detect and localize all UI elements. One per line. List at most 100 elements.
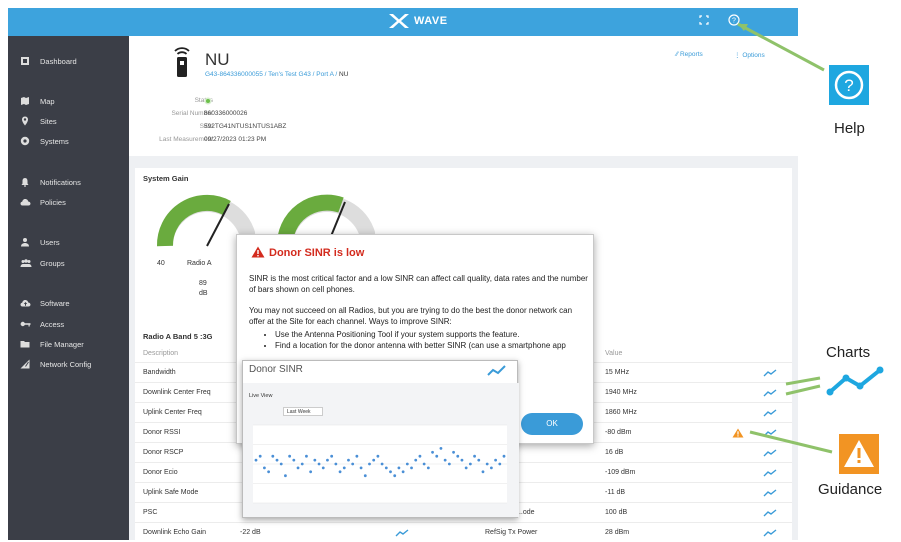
options-link[interactable]: ⋮ Options xyxy=(734,51,765,59)
scatter-point[interactable] xyxy=(267,470,271,474)
trend-chart-icon[interactable] xyxy=(763,529,777,537)
trend-chart-icon[interactable] xyxy=(763,369,777,377)
scatter-point[interactable] xyxy=(473,454,476,458)
fullscreen-icon[interactable] xyxy=(696,14,712,30)
scatter-point[interactable] xyxy=(309,470,313,474)
scatter-point[interactable] xyxy=(292,458,296,462)
reports-link[interactable]: ⁄⁄ Reports xyxy=(676,51,703,58)
scatter-point[interactable] xyxy=(397,466,401,470)
scatter-point[interactable] xyxy=(489,466,493,470)
donor-sinr-chart-popup: Donor SINR Live View Last Week xyxy=(242,360,519,518)
scatter-point[interactable] xyxy=(279,462,283,466)
scatter-point[interactable] xyxy=(359,466,363,470)
sidebar-item-map[interactable]: Map xyxy=(8,92,129,110)
scatter-point[interactable] xyxy=(338,470,342,474)
trend-chart-icon[interactable] xyxy=(763,509,777,517)
scatter-point[interactable] xyxy=(464,466,468,470)
trend-chart-icon[interactable] xyxy=(763,449,777,457)
scatter-point[interactable] xyxy=(305,454,308,458)
scatter-point[interactable] xyxy=(389,470,392,474)
scatter-point[interactable] xyxy=(363,474,367,478)
top-bar: WAVE ? xyxy=(8,8,798,36)
guidance-warning-icon[interactable] xyxy=(732,428,744,440)
scatter-point[interactable] xyxy=(431,450,434,454)
scatter-point[interactable] xyxy=(296,466,300,470)
scatter-point[interactable] xyxy=(494,458,497,462)
scatter-point[interactable] xyxy=(313,458,317,462)
trend-chart-icon[interactable] xyxy=(763,389,777,397)
scatter-point[interactable] xyxy=(435,454,439,458)
scatter-point[interactable] xyxy=(300,462,304,466)
sidebar-item-notifications[interactable]: Notifications xyxy=(8,173,129,191)
scatter-point[interactable] xyxy=(443,458,447,462)
scatter-point[interactable] xyxy=(372,458,376,462)
scatter-point[interactable] xyxy=(414,458,418,462)
gauge-min-label: 40 xyxy=(157,260,165,267)
scatter-point[interactable] xyxy=(477,458,481,462)
scatter-point[interactable] xyxy=(426,466,430,470)
help-icon[interactable]: ? xyxy=(726,14,742,30)
sidebar-item-users[interactable]: Users xyxy=(8,233,129,251)
scatter-point[interactable] xyxy=(405,462,409,466)
scatter-point[interactable] xyxy=(502,454,506,458)
scatter-point[interactable] xyxy=(393,474,397,478)
scatter-point[interactable] xyxy=(368,462,371,466)
sidebar-item-software[interactable]: Software xyxy=(8,294,129,312)
scatter-point[interactable] xyxy=(447,462,451,466)
scatter-point[interactable] xyxy=(330,454,334,458)
scatter-point[interactable] xyxy=(468,462,472,466)
scatter-point[interactable] xyxy=(481,470,485,474)
scatter-point[interactable] xyxy=(380,462,384,466)
trend-chart-icon[interactable] xyxy=(763,469,777,477)
trend-chart-icon[interactable] xyxy=(763,409,777,417)
scatter-point[interactable] xyxy=(263,466,266,470)
sidebar-item-dashboard[interactable]: Dashboard xyxy=(8,52,129,70)
breadcrumb-link[interactable]: Port A xyxy=(316,71,333,78)
trend-chart-icon[interactable] xyxy=(395,529,409,537)
scatter-point[interactable] xyxy=(452,450,455,454)
scatter-point[interactable] xyxy=(485,462,489,466)
breadcrumb: G43-864336000055 / Ten's Test G43 / Port… xyxy=(205,71,349,78)
sidebar-item-groups[interactable]: Groups xyxy=(8,254,129,272)
scatter-point[interactable] xyxy=(321,466,325,470)
breadcrumb-link[interactable]: G43-864336000055 xyxy=(205,71,263,78)
scatter-point[interactable] xyxy=(342,466,346,470)
scatter-point[interactable] xyxy=(254,458,258,462)
scatter-point[interactable] xyxy=(460,458,464,462)
chart-subtitle: Live View xyxy=(249,393,273,399)
range-select[interactable]: Last Week xyxy=(283,407,323,416)
scatter-point[interactable] xyxy=(439,447,443,450)
dialog-bullets: Use the Antenna Positioning Tool if your… xyxy=(275,329,589,351)
sidebar-item-policies[interactable]: Policies xyxy=(8,193,129,211)
sidebar-item-systems[interactable]: Systems xyxy=(8,132,129,150)
sidebar-item-sites[interactable]: Sites xyxy=(8,112,129,130)
scatter-point[interactable] xyxy=(326,458,329,462)
scatter-point[interactable] xyxy=(284,474,287,478)
scatter-point[interactable] xyxy=(271,454,275,458)
scatter-point[interactable] xyxy=(401,470,405,474)
scatter-point[interactable] xyxy=(334,462,338,466)
scatter-point[interactable] xyxy=(376,454,380,458)
sidebar-item-network-config[interactable]: Network Config xyxy=(8,355,129,373)
breadcrumb-link[interactable]: Ten's Test G43 xyxy=(268,71,311,78)
chart-trend-icon[interactable] xyxy=(487,365,507,377)
trend-chart-icon[interactable] xyxy=(763,429,777,437)
scatter-point[interactable] xyxy=(258,454,262,458)
scatter-point[interactable] xyxy=(275,458,279,462)
scatter-point[interactable] xyxy=(422,462,426,466)
scatter-point[interactable] xyxy=(288,454,292,458)
scatter-point[interactable] xyxy=(498,462,502,466)
scatter-point[interactable] xyxy=(355,454,359,458)
trend-chart-icon[interactable] xyxy=(763,489,777,497)
scatter-point[interactable] xyxy=(410,466,413,470)
ok-button[interactable]: OK xyxy=(521,413,583,435)
scatter-point[interactable] xyxy=(351,462,355,466)
sidebar-item-access[interactable]: Access xyxy=(8,315,129,333)
scatter-point[interactable] xyxy=(317,462,321,466)
scatter-point[interactable] xyxy=(384,466,388,470)
scatter-point[interactable] xyxy=(418,454,422,458)
scatter-point[interactable] xyxy=(347,458,350,462)
sidebar-item-file-manager[interactable]: File Manager xyxy=(8,335,129,353)
scatter-point[interactable] xyxy=(456,454,460,458)
field-value: 860336000026 xyxy=(204,110,248,117)
